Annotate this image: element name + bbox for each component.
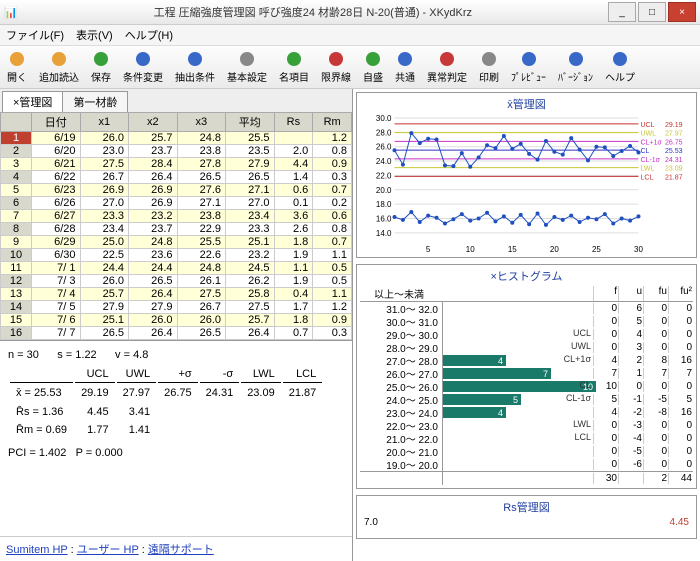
toolbar-open[interactable]: 開く [4, 49, 30, 85]
toolbar-save[interactable]: 保存 [88, 49, 114, 85]
hist-row: 19.0～ 20.00-600 [360, 458, 693, 471]
svg-text:26.0: 26.0 [376, 143, 392, 152]
maximize-button[interactable]: □ [638, 2, 666, 22]
toolbar-extract[interactable]: 抽出条件 [172, 49, 218, 85]
svg-text:23.09: 23.09 [665, 166, 683, 173]
svg-text:22.0: 22.0 [376, 171, 392, 180]
svg-text:UWL: UWL [641, 131, 657, 138]
toolbar-print[interactable]: 印刷 [476, 49, 502, 85]
svg-text:29.19: 29.19 [665, 122, 683, 129]
toolbar-abnorm[interactable]: 異常判定 [424, 49, 470, 85]
svg-text:LCL: LCL [641, 174, 654, 181]
data-table[interactable]: 日付x1x2x3平均RsRm16/1926.025.724.825.51.226… [0, 112, 352, 340]
svg-text:30.0: 30.0 [376, 114, 392, 123]
svg-text:CL+1σ: CL+1σ [641, 139, 663, 146]
svg-text:UCL: UCL [641, 122, 655, 129]
svg-text:30: 30 [634, 245, 643, 254]
stats-panel: n = 30 s = 1.22 v = 4.8 UCLUWL+σ-σLWLLCL… [0, 340, 352, 467]
menu-view[interactable]: 表示(V) [76, 27, 113, 43]
toolbar-basic[interactable]: 基本設定 [224, 49, 270, 85]
svg-text:CL: CL [641, 148, 650, 155]
close-button[interactable]: × [668, 2, 696, 22]
app-icon: 📊 [4, 6, 18, 19]
toolbar-helpbtn[interactable]: ヘルプ [602, 49, 638, 85]
svg-text:20.0: 20.0 [376, 186, 392, 195]
svg-text:14.0: 14.0 [376, 229, 392, 238]
toolbar-common[interactable]: 共通 [392, 49, 418, 85]
svg-text:26.75: 26.75 [665, 139, 683, 146]
svg-text:25.53: 25.53 [665, 148, 683, 155]
tab-first-age[interactable]: 第一材齢 [62, 91, 128, 112]
toolbar-limits[interactable]: 限界線 [318, 49, 354, 85]
svg-text:24.0: 24.0 [376, 157, 392, 166]
svg-text:21.87: 21.87 [665, 174, 683, 181]
toolbar-preview[interactable]: ﾌﾟﾚﾋﾞｭｰ [508, 49, 549, 85]
minimize-button[interactable]: _ [608, 2, 636, 22]
link-user[interactable]: ユーザー HP [77, 544, 139, 556]
svg-text:16.0: 16.0 [376, 214, 392, 223]
svg-text:24.31: 24.31 [665, 157, 683, 164]
link-sumitem[interactable]: Sumitem HP [6, 544, 68, 556]
footer-links: Sumitem HP : ユーザー HP : 遠隔サポート [0, 536, 352, 561]
svg-text:15: 15 [508, 245, 517, 254]
svg-text:27.97: 27.97 [665, 131, 683, 138]
histogram-panel: ×ヒストグラム 以上～未満 fufufu² 31.0～ 32.0060030.0… [356, 264, 697, 489]
xbar-chart-panel: x̄管理図 14.016.018.020.022.024.026.028.030… [356, 92, 697, 258]
menu-file[interactable]: ファイル(F) [6, 27, 64, 43]
link-support[interactable]: 遠隔サポート [148, 544, 214, 556]
svg-text:25: 25 [592, 245, 601, 254]
menu-help[interactable]: ヘルプ(H) [125, 27, 173, 43]
svg-text:20: 20 [550, 245, 559, 254]
rs-chart-panel: Rs管理図 7.0 4.45 [356, 495, 697, 539]
toolbar-names[interactable]: 名項目 [276, 49, 312, 85]
toolbar-cond[interactable]: 条件変更 [120, 49, 166, 85]
window-title: 工程 圧縮強度管理図 呼び強度24 材齢28日 N-20(普通) - XKydK… [18, 4, 608, 20]
toolbar-addload[interactable]: 追加読込 [36, 49, 82, 85]
tab-xchart[interactable]: ×管理図 [2, 91, 63, 112]
toolbar-version[interactable]: ﾊﾞｰｼﾞｮﾝ [555, 49, 596, 85]
svg-text:CL-1σ: CL-1σ [641, 157, 661, 164]
svg-text:5: 5 [426, 245, 431, 254]
svg-text:28.0: 28.0 [376, 128, 392, 137]
svg-text:LWL: LWL [641, 166, 655, 173]
svg-text:18.0: 18.0 [376, 200, 392, 209]
svg-text:10: 10 [466, 245, 475, 254]
toolbar-auto[interactable]: 自盛 [360, 49, 386, 85]
